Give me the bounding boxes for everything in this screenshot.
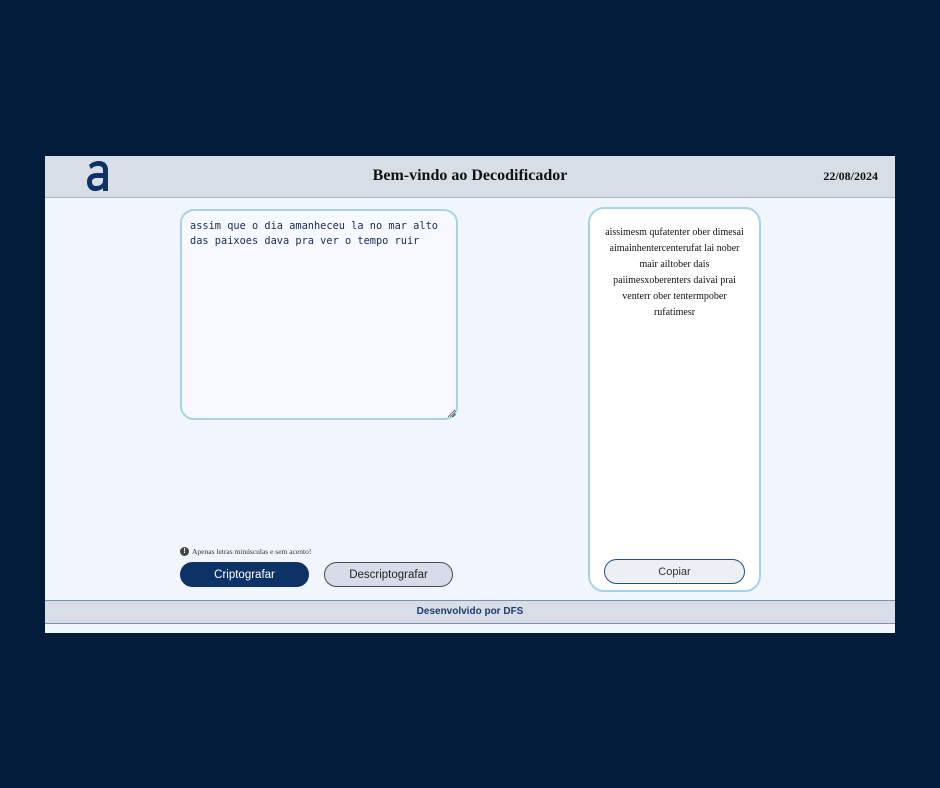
encrypt-button[interactable]: Criptografar bbox=[180, 562, 309, 587]
header-bar: Bem-vindo ao Decodificador 22/08/2024 bbox=[45, 156, 895, 198]
info-text: Apenas letras minúsculas e sem acento! bbox=[192, 547, 312, 556]
info-icon: ! bbox=[180, 547, 189, 556]
decrypt-button[interactable]: Descriptografar bbox=[324, 562, 453, 587]
output-text: aissimesm qufatenter ober dimesai aimain… bbox=[605, 227, 744, 318]
page-title: Bem-vindo ao Decodificador bbox=[372, 167, 568, 184]
footer-text: Desenvolvido por DFS bbox=[416, 606, 524, 617]
output-panel: aissimesm qufatenter ober dimesai aimain… bbox=[588, 207, 761, 592]
copy-button[interactable]: Copiar bbox=[604, 559, 745, 584]
app-window: Bem-vindo ao Decodificador 22/08/2024 ! … bbox=[45, 156, 895, 633]
footer: Desenvolvido por DFS bbox=[45, 600, 895, 624]
message-input[interactable] bbox=[180, 209, 458, 420]
info-message: ! Apenas letras minúsculas e sem acento! bbox=[180, 547, 311, 556]
date-label: 22/08/2024 bbox=[823, 169, 878, 183]
